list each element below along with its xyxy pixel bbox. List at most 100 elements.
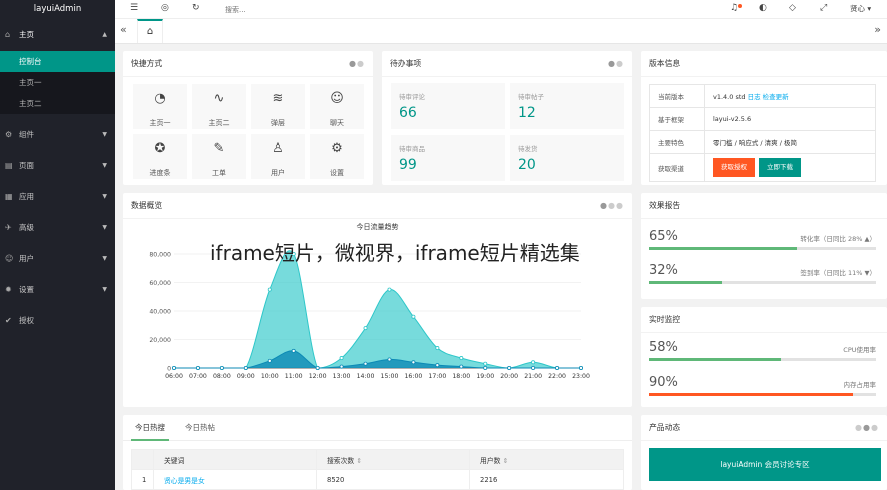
- todo-item[interactable]: 待发货 20: [510, 135, 624, 181]
- version-value: v1.4.0 std 日志 检查更新: [704, 84, 876, 108]
- todo-value: 66: [399, 105, 417, 121]
- fullscreen-icon[interactable]: ⤢: [820, 0, 827, 17]
- forum-banner[interactable]: layuiAdmin 会员讨论专区: [649, 448, 881, 481]
- data-point: [243, 365, 248, 370]
- sort-icon[interactable]: ⇕: [356, 457, 362, 465]
- card-title: 实时监控: [649, 315, 681, 324]
- tab-today-posts[interactable]: 今日热帖: [178, 415, 222, 441]
- user-icon: ☺: [5, 254, 14, 263]
- data-point: [578, 365, 583, 370]
- tabs-next-icon[interactable]: »: [874, 23, 881, 36]
- bell-icon[interactable]: ♫: [730, 0, 742, 17]
- sidebar-subitem-console[interactable]: 控制台: [0, 51, 115, 72]
- pulse-icon: ∿: [213, 91, 225, 106]
- version-card-header: 版本信息: [641, 51, 887, 77]
- row-number: 1: [131, 469, 154, 490]
- todo-value: 20: [518, 157, 536, 173]
- header-label: 用户数: [480, 456, 501, 465]
- hot-card: 今日热搜 今日热帖 关键词 搜索次数 ⇕ 用户数 ⇕ 1 贤心是男是女 8520…: [123, 415, 632, 490]
- carousel-dots[interactable]: ●●: [608, 51, 624, 77]
- get-license-button[interactable]: 获取授权: [713, 158, 755, 177]
- x-tick-label: 21:00: [524, 373, 542, 380]
- progress-value: 90%: [649, 375, 678, 390]
- keyword-cell: 贤心是男是女: [153, 469, 317, 490]
- data-point: [387, 357, 392, 362]
- sidebar-item-settings[interactable]: ✹ 设置 ▼: [0, 274, 115, 305]
- globe-icon[interactable]: ◎: [161, 0, 169, 17]
- data-point: [195, 365, 200, 370]
- carousel-dots[interactable]: ●●●: [600, 193, 624, 219]
- sidebar: layuiAdmin ⌂ 主页 ▲ 控制台 主页一 主页二 ⚙ 组件 ▼ ▤ 页面 ▼ …: [0, 0, 115, 490]
- todo-item[interactable]: 待审评论 66: [391, 83, 505, 129]
- sidebar-item-home[interactable]: ⌂ 主页 ▲: [0, 19, 115, 51]
- x-tick-label: 17:00: [428, 373, 446, 380]
- chevron-down-icon: ▼: [102, 162, 107, 169]
- todo-item[interactable]: 待审帖子 12: [510, 83, 624, 129]
- x-tick-label: 11:00: [285, 373, 303, 380]
- todo-value: 99: [399, 157, 417, 173]
- search-input[interactable]: [225, 3, 335, 16]
- theme-icon[interactable]: ◐: [759, 0, 767, 17]
- note-icon[interactable]: ◇: [789, 0, 796, 17]
- sidebar-subitem-home2[interactable]: 主页二: [0, 93, 115, 114]
- compass-icon: ✪: [154, 141, 166, 156]
- check-update-link[interactable]: 检查更新: [763, 93, 789, 101]
- changelog-link[interactable]: 日志: [748, 93, 761, 101]
- sidebar-item-senior[interactable]: ✈ 高级 ▼: [0, 212, 115, 243]
- todo-value: 12: [518, 105, 536, 121]
- tabs-prev-icon[interactable]: «: [120, 23, 127, 36]
- sidebar-item-label: 应用: [19, 192, 34, 201]
- user-icon: ♙: [272, 141, 284, 156]
- user-menu[interactable]: 贤心 ▾: [850, 0, 871, 17]
- data-point: [531, 365, 536, 370]
- data-point: [339, 356, 344, 361]
- x-tick-label: 08:00: [213, 373, 231, 380]
- sidebar-item-label: 组件: [19, 130, 34, 139]
- version-card: 版本信息 当前版本 v1.4.0 std 日志 检查更新 基于框架 layui-v2…: [641, 51, 887, 185]
- todo-label: 待审评论: [399, 93, 425, 101]
- sidebar-item-app[interactable]: ▦ 应用 ▼: [0, 181, 115, 212]
- y-tick-label: 0: [167, 366, 171, 373]
- data-point: [459, 364, 464, 369]
- home-tab-icon[interactable]: ⌂: [137, 19, 163, 43]
- sidebar-item-component[interactable]: ⚙ 组件 ▼: [0, 119, 115, 150]
- card-title: 待办事项: [390, 59, 422, 68]
- keyword-link[interactable]: 贤心是男是女: [164, 477, 205, 485]
- header-count[interactable]: 搜索次数 ⇕: [316, 449, 470, 470]
- data-point: [219, 365, 224, 370]
- version-key: 主要特色: [649, 130, 705, 154]
- x-tick-label: 22:00: [548, 373, 566, 380]
- overview-card: 数据概览 ●●● 今日流量趋势 0 20,000 40,000 60,000 80,000 0…: [123, 193, 632, 407]
- tab-today-search[interactable]: 今日热搜: [131, 415, 169, 441]
- todo-item[interactable]: 待审商品 99: [391, 135, 505, 181]
- count-cell: 8520: [316, 469, 470, 490]
- carousel-dots[interactable]: ●●●: [855, 415, 879, 441]
- page-icon: ▤: [5, 161, 13, 170]
- quick-label: 进度条: [149, 169, 171, 177]
- home-icon: ⌂: [5, 30, 11, 39]
- auth-icon: ✔: [5, 316, 12, 325]
- header-keyword[interactable]: 关键词: [153, 449, 317, 470]
- progress-value: 58%: [649, 340, 678, 355]
- app-icon: ▦: [5, 192, 13, 201]
- table-row: 主要特色 零门槛 / 响应式 / 清爽 / 极简: [649, 130, 876, 154]
- sidebar-item-auth[interactable]: ✔ 授权: [0, 305, 115, 336]
- sidebar-item-user[interactable]: ☺ 用户 ▼: [0, 243, 115, 274]
- sidebar-item-page[interactable]: ▤ 页面 ▼: [0, 150, 115, 181]
- x-tick-label: 06:00: [165, 373, 183, 380]
- x-tick-label: 20:00: [500, 373, 518, 380]
- menu-toggle-icon[interactable]: ☰: [130, 0, 138, 17]
- header-users[interactable]: 用户数 ⇕: [469, 449, 624, 470]
- carousel-dots[interactable]: ●●: [349, 51, 365, 77]
- user-name: 贤心: [850, 4, 865, 13]
- data-point: [172, 365, 177, 370]
- sort-icon[interactable]: ⇕: [503, 457, 509, 465]
- progress-label: CPU使用率: [843, 346, 876, 354]
- hot-table: 关键词 搜索次数 ⇕ 用户数 ⇕ 1 贤心是男是女 8520 2216: [131, 449, 624, 490]
- download-button[interactable]: 立即下载: [759, 158, 801, 177]
- card-title: 快捷方式: [131, 59, 163, 68]
- sidebar-subitem-home1[interactable]: 主页一: [0, 72, 115, 93]
- data-point: [411, 360, 416, 365]
- todo-label: 待审商品: [399, 145, 425, 153]
- refresh-icon[interactable]: ↻: [192, 0, 200, 17]
